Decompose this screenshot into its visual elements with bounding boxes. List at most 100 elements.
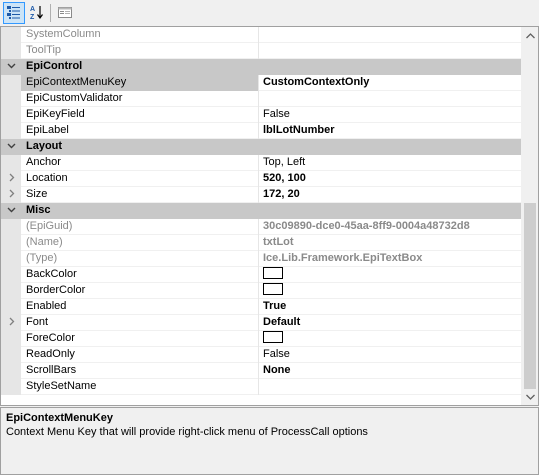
property-value-text: Top, Left (263, 156, 306, 168)
property-row[interactable]: Enabled True (1, 299, 522, 315)
property-row[interactable]: StyleSetName (1, 379, 522, 395)
property-name: Anchor (21, 155, 259, 171)
property-pages-button[interactable] (54, 2, 76, 24)
description-panel: EpiContextMenuKey Context Menu Key that … (0, 407, 539, 475)
property-value[interactable] (260, 267, 522, 283)
category-misc[interactable]: Misc (1, 203, 522, 219)
description-text: Context Menu Key that will provide right… (6, 426, 368, 438)
property-row[interactable]: (Type) Ice.Lib.Framework.EpiTextBox (1, 251, 522, 267)
property-row[interactable]: EpiCustomValidator (1, 91, 522, 107)
color-swatch (263, 331, 283, 344)
chevron-down-icon (526, 391, 535, 403)
property-name: EpiCustomValidator (21, 91, 259, 107)
property-value[interactable]: False (260, 347, 522, 363)
toolbar: A Z (0, 0, 539, 26)
property-row[interactable]: (Name) txtLot (1, 235, 522, 251)
collapse-icon[interactable] (6, 205, 16, 216)
property-row[interactable]: Location 520, 100 (1, 171, 522, 187)
scroll-up-button[interactable] (522, 27, 538, 44)
property-value[interactable] (260, 379, 522, 395)
property-value-text: CustomContextOnly (263, 76, 370, 88)
row-margin (1, 43, 21, 59)
property-value[interactable] (260, 283, 522, 299)
property-row[interactable]: Font Default (1, 315, 522, 331)
category-layout[interactable]: Layout (1, 139, 522, 155)
row-margin (1, 267, 21, 283)
property-value[interactable] (260, 27, 522, 43)
categorized-view-button[interactable] (3, 2, 25, 24)
property-row[interactable]: EpiContextMenuKey CustomContextOnly (1, 75, 522, 91)
property-name: ToolTip (21, 43, 259, 59)
property-name: (Type) (21, 251, 259, 267)
property-name: ForeColor (21, 331, 259, 347)
color-swatch (263, 283, 283, 296)
property-value[interactable] (260, 331, 522, 347)
row-margin (1, 363, 21, 379)
row-margin (1, 27, 21, 43)
property-value-text: False (263, 348, 290, 360)
collapse-icon[interactable] (6, 61, 16, 72)
property-row[interactable]: ForeColor (1, 331, 522, 347)
property-name: BackColor (21, 267, 259, 283)
property-row[interactable]: BorderColor (1, 283, 522, 299)
expand-icon[interactable] (6, 189, 16, 200)
row-margin (1, 123, 21, 139)
property-row[interactable]: (EpiGuid) 30c09890-dce0-45aa-8ff9-0004a48… (1, 219, 522, 235)
expand-icon[interactable] (6, 317, 16, 328)
property-row[interactable]: SystemColumn (1, 27, 522, 43)
property-value[interactable]: None (260, 363, 522, 379)
property-value[interactable] (260, 43, 522, 59)
property-name: (Name) (21, 235, 259, 251)
property-value[interactable]: True (260, 299, 522, 315)
property-value[interactable]: Ice.Lib.Framework.EpiTextBox (260, 251, 522, 267)
property-row[interactable]: Anchor Top, Left (1, 155, 522, 171)
property-value[interactable]: 520, 100 (260, 171, 522, 187)
property-row[interactable]: ScrollBars None (1, 363, 522, 379)
property-grid[interactable]: SystemColumn ToolTip EpiControl EpiContextM… (0, 26, 539, 406)
row-margin (1, 347, 21, 363)
property-value[interactable]: Default (260, 315, 522, 331)
expand-icon[interactable] (6, 173, 16, 184)
property-row[interactable]: ReadOnly False (1, 347, 522, 363)
property-value[interactable]: 30c09890-dce0-45aa-8ff9-0004a48732d8 (260, 219, 522, 235)
property-value[interactable]: False (260, 107, 522, 123)
property-value-text: Ice.Lib.Framework.EpiTextBox (263, 252, 423, 264)
scroll-thumb[interactable] (524, 203, 536, 389)
property-value-text: False (263, 108, 290, 120)
property-name: SystemColumn (21, 27, 259, 43)
property-value[interactable]: 172, 20 (260, 187, 522, 203)
property-value-text: Default (263, 316, 301, 328)
property-value-text: None (263, 364, 291, 376)
row-margin (1, 155, 21, 171)
alphabetical-sort-button[interactable]: A Z (26, 2, 48, 24)
property-value[interactable]: CustomContextOnly (260, 75, 522, 91)
category-label: Layout (26, 140, 63, 152)
alphabetical-sort-icon: A Z (29, 4, 45, 23)
property-name: StyleSetName (21, 379, 259, 395)
property-value[interactable]: lblLotNumber (260, 123, 522, 139)
scroll-down-button[interactable] (522, 388, 538, 405)
row-margin (1, 283, 21, 299)
svg-text:A: A (30, 6, 35, 13)
property-row[interactable]: EpiLabel lblLotNumber (1, 123, 522, 139)
property-value[interactable]: txtLot (260, 235, 522, 251)
property-value[interactable] (260, 91, 522, 107)
property-row[interactable]: ToolTip (1, 43, 522, 59)
property-name: EpiKeyField (21, 107, 259, 123)
property-row[interactable]: Size 172, 20 (1, 187, 522, 203)
property-name: ScrollBars (21, 363, 259, 379)
vertical-scrollbar[interactable] (521, 27, 538, 405)
property-row[interactable]: BackColor (1, 267, 522, 283)
property-row[interactable]: EpiKeyField False (1, 107, 522, 123)
row-margin (1, 107, 21, 123)
toolbar-separator (50, 4, 51, 22)
category-epicontrol[interactable]: EpiControl (1, 59, 522, 75)
category-label: Misc (26, 204, 51, 216)
row-margin (1, 251, 21, 267)
property-name: ReadOnly (21, 347, 259, 363)
property-value[interactable]: Top, Left (260, 155, 522, 171)
category-label: EpiControl (26, 60, 83, 72)
collapse-icon[interactable] (6, 141, 16, 152)
row-margin (1, 75, 21, 91)
property-pages-icon (57, 4, 73, 23)
